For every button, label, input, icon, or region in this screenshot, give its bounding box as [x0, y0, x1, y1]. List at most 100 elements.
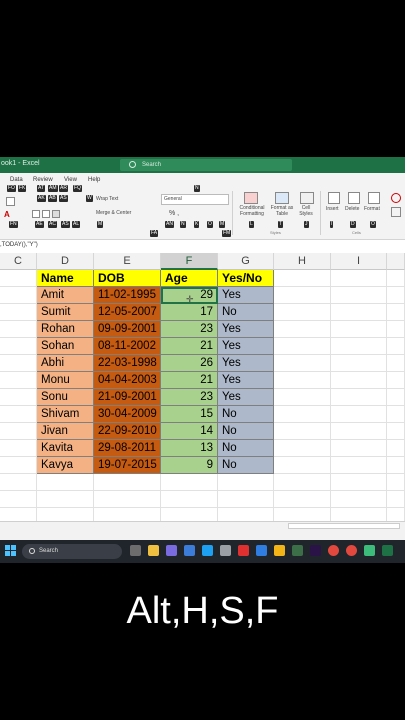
- tab-help[interactable]: Help: [88, 177, 100, 183]
- table-cell-yes-no[interactable]: Yes: [218, 338, 274, 355]
- font-color-icon[interactable]: A: [4, 210, 10, 219]
- empty-cell[interactable]: [274, 304, 331, 321]
- empty-cell[interactable]: [331, 423, 387, 440]
- table-cell-yes-no[interactable]: Yes: [218, 287, 274, 304]
- percent-icon[interactable]: % ,: [169, 210, 179, 217]
- table-cell-name[interactable]: Jivan: [37, 423, 94, 440]
- empty-cell[interactable]: [387, 423, 405, 440]
- table-cell-dob[interactable]: 04-04-2003: [94, 372, 161, 389]
- table-header-cell[interactable]: Name: [37, 270, 94, 287]
- empty-cell[interactable]: [274, 338, 331, 355]
- empty-cell[interactable]: [0, 508, 37, 521]
- table-cell-age[interactable]: 21: [161, 372, 218, 389]
- empty-cell[interactable]: [387, 389, 405, 406]
- tab-view[interactable]: View: [64, 177, 77, 183]
- table-cell-dob[interactable]: 22-03-1998: [94, 355, 161, 372]
- empty-cell[interactable]: [331, 321, 387, 338]
- empty-cell[interactable]: [0, 474, 37, 491]
- empty-cell[interactable]: [387, 321, 405, 338]
- empty-cell[interactable]: [387, 406, 405, 423]
- empty-cell[interactable]: [331, 338, 387, 355]
- empty-cell[interactable]: [331, 270, 387, 287]
- insert-icon[interactable]: [328, 192, 340, 204]
- empty-cell[interactable]: [0, 287, 37, 304]
- store-icon[interactable]: [238, 545, 249, 556]
- chrome-profile-icon[interactable]: [346, 545, 357, 556]
- empty-cell[interactable]: [37, 508, 94, 521]
- table-cell-name[interactable]: Kavita: [37, 440, 94, 457]
- empty-cell[interactable]: [331, 355, 387, 372]
- column-header-c[interactable]: C: [0, 253, 37, 270]
- table-cell-yes-no[interactable]: No: [218, 440, 274, 457]
- table-cell-age[interactable]: 26: [161, 355, 218, 372]
- app-icon-2[interactable]: [292, 545, 303, 556]
- conditional-formatting-button[interactable]: Conditional Formatting: [234, 205, 270, 217]
- sum-icon[interactable]: [391, 193, 401, 203]
- table-cell-yes-no[interactable]: No: [218, 423, 274, 440]
- formula-bar[interactable]: ,TODAY(),"Y"): [0, 240, 405, 254]
- table-cell-age[interactable]: 14: [161, 423, 218, 440]
- number-format-dropdown[interactable]: General: [161, 194, 229, 205]
- table-cell-yes-no[interactable]: Yes: [218, 389, 274, 406]
- table-cell-dob[interactable]: 30-04-2009: [94, 406, 161, 423]
- table-cell-dob[interactable]: 22-09-2010: [94, 423, 161, 440]
- empty-cell[interactable]: [0, 372, 37, 389]
- align-center-icon[interactable]: [42, 210, 50, 218]
- column-header-f[interactable]: F: [161, 253, 218, 270]
- empty-cell[interactable]: [274, 321, 331, 338]
- empty-cell[interactable]: [0, 389, 37, 406]
- empty-cell[interactable]: [331, 440, 387, 457]
- empty-cell[interactable]: [274, 270, 331, 287]
- empty-cell[interactable]: [218, 491, 274, 508]
- empty-cell[interactable]: [331, 474, 387, 491]
- empty-cell[interactable]: [0, 338, 37, 355]
- empty-cell[interactable]: [94, 474, 161, 491]
- empty-cell[interactable]: [331, 508, 387, 521]
- insert-button[interactable]: Insert: [326, 206, 339, 212]
- empty-cell[interactable]: [331, 389, 387, 406]
- table-cell-dob[interactable]: 08-11-2002: [94, 338, 161, 355]
- table-cell-yes-no[interactable]: No: [218, 304, 274, 321]
- task-view-icon[interactable]: [130, 545, 141, 556]
- wrap-text-button[interactable]: Wrap Text: [96, 196, 118, 202]
- copilot-icon[interactable]: [166, 545, 177, 556]
- empty-cell[interactable]: [274, 355, 331, 372]
- empty-cell[interactable]: [0, 321, 37, 338]
- cell-styles-button[interactable]: Cell Styles: [296, 205, 316, 217]
- table-cell-dob[interactable]: 11-02-1995: [94, 287, 161, 304]
- fill-icon[interactable]: [391, 207, 401, 217]
- empty-cell[interactable]: [274, 474, 331, 491]
- table-cell-name[interactable]: Amit: [37, 287, 94, 304]
- empty-cell[interactable]: [387, 338, 405, 355]
- empty-cell[interactable]: [218, 508, 274, 521]
- empty-cell[interactable]: [0, 406, 37, 423]
- empty-cell[interactable]: [387, 440, 405, 457]
- empty-cell[interactable]: [274, 491, 331, 508]
- column-header-h[interactable]: H: [274, 253, 331, 270]
- table-cell-age[interactable]: 29 ✛: [161, 287, 218, 304]
- empty-cell[interactable]: [161, 491, 218, 508]
- empty-cell[interactable]: [274, 440, 331, 457]
- table-cell-name[interactable]: Sohan: [37, 338, 94, 355]
- bold-icon[interactable]: [6, 197, 15, 206]
- empty-cell[interactable]: [387, 355, 405, 372]
- column-header-i[interactable]: I: [331, 253, 387, 270]
- empty-cell[interactable]: [274, 372, 331, 389]
- cell-styles-icon[interactable]: [300, 192, 314, 204]
- empty-cell[interactable]: [274, 457, 331, 474]
- table-cell-name[interactable]: Kavya: [37, 457, 94, 474]
- empty-cell[interactable]: [331, 304, 387, 321]
- table-header-cell[interactable]: Yes/No: [218, 270, 274, 287]
- table-cell-age[interactable]: 21: [161, 338, 218, 355]
- excel-icon[interactable]: [382, 545, 393, 556]
- chrome-icon[interactable]: [328, 545, 339, 556]
- align-left-icon[interactable]: [32, 210, 40, 218]
- empty-cell[interactable]: [218, 474, 274, 491]
- column-header-g[interactable]: G: [218, 253, 274, 270]
- align-right-icon[interactable]: [52, 210, 60, 218]
- table-cell-yes-no[interactable]: Yes: [218, 372, 274, 389]
- empty-cell[interactable]: [387, 508, 405, 521]
- title-search-box[interactable]: Search: [120, 159, 292, 171]
- tab-review[interactable]: Review: [33, 177, 53, 183]
- table-cell-name[interactable]: Sumit: [37, 304, 94, 321]
